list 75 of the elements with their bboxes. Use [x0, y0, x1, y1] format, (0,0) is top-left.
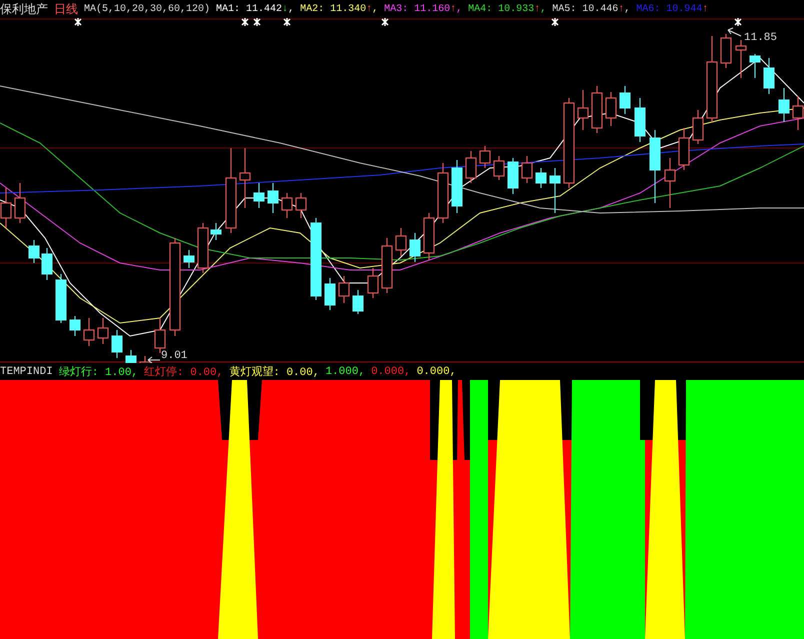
marker-icon: [283, 18, 291, 27]
candlestick: [112, 330, 122, 358]
candlestick: [268, 182, 278, 214]
marker-icon: [74, 18, 82, 27]
candlestick: [620, 86, 630, 114]
candlestick: [410, 232, 420, 262]
candlestick: [494, 156, 504, 180]
candlestick: [352, 290, 364, 314]
candlestick: [70, 316, 80, 336]
candlestick: [606, 92, 616, 126]
candlestick: [126, 350, 136, 363]
candlestick: [396, 228, 406, 256]
candlestick: [508, 158, 518, 194]
candlestick: [720, 34, 732, 68]
candlestick: [324, 278, 336, 310]
candlestick: [466, 150, 476, 184]
candlestick: [42, 248, 52, 280]
candlestick: [282, 192, 292, 218]
marker-icon: [381, 18, 389, 27]
low-price-label: 9.01: [161, 350, 188, 362]
candlestick: [254, 182, 264, 208]
candlestick: [778, 88, 790, 122]
candlestick: [480, 146, 490, 168]
indicator-value: 1.000,: [325, 366, 366, 378]
candlestick: [522, 156, 532, 184]
candlestick: [98, 318, 108, 344]
candlestick: [736, 40, 746, 78]
candlestick: [56, 274, 66, 324]
candlestick: [536, 168, 546, 188]
indicator-reading: 绿灯行: 1.00,: [58, 365, 138, 379]
candlestick: [424, 212, 434, 260]
ma-reading: MA4: 10.933↑,: [468, 4, 546, 14]
ma-reading: MA6: 10.944↑: [636, 4, 708, 14]
marker-icon: [241, 18, 249, 27]
high-price-label: 11.85: [744, 32, 778, 44]
candlestick: [764, 58, 774, 94]
candlestick: [438, 162, 448, 224]
candlestick: [296, 192, 306, 218]
candlestick: [578, 90, 588, 130]
candlestick: [550, 168, 560, 214]
stock-name: 保利地产: [0, 0, 48, 18]
indicator-reading: 黄灯观望: 0.00,: [229, 364, 320, 379]
candlestick: [84, 318, 94, 346]
candlestick: [750, 54, 760, 78]
ma-reading: MA5: 10.446↑,: [552, 4, 630, 14]
candlestick: [210, 222, 222, 240]
candlestick: [634, 98, 646, 142]
ma-reading: MA1: 11.442↓,: [216, 4, 294, 14]
candlestick: [198, 222, 208, 274]
candlestick: [592, 86, 602, 134]
candlestick: [184, 250, 194, 268]
indicator-reading: 红灯停: 0.00,: [144, 365, 224, 379]
ma-parameters: MA(5,10,20,30,60,120): [84, 4, 210, 14]
candlestick: [140, 356, 150, 363]
candlestick: [664, 158, 676, 208]
high-arrow-icon: [728, 28, 742, 36]
candlestick: [382, 238, 392, 294]
candlestick: [240, 148, 250, 208]
ma-reading: MA3: 11.160↑,: [384, 4, 462, 14]
candlestick: [692, 110, 704, 144]
marker-icon: [734, 18, 742, 27]
period-label: 日线: [54, 0, 78, 18]
candlestick: [14, 182, 26, 224]
indicator-value: 0.000,: [416, 366, 456, 378]
candlestick: [368, 268, 378, 298]
indicator-value: 0.000,: [371, 366, 411, 378]
marker-icon: [551, 18, 559, 27]
low-arrow-icon: [148, 356, 160, 363]
candlestick: [28, 240, 40, 264]
ma-reading: MA2: 11.340↑,: [300, 4, 378, 14]
marker-icon: [253, 18, 261, 27]
candlestick: [338, 276, 350, 304]
candlestick: [678, 128, 690, 170]
indicator-name: TEMPINDI: [0, 366, 53, 378]
candlestick: [452, 160, 462, 214]
